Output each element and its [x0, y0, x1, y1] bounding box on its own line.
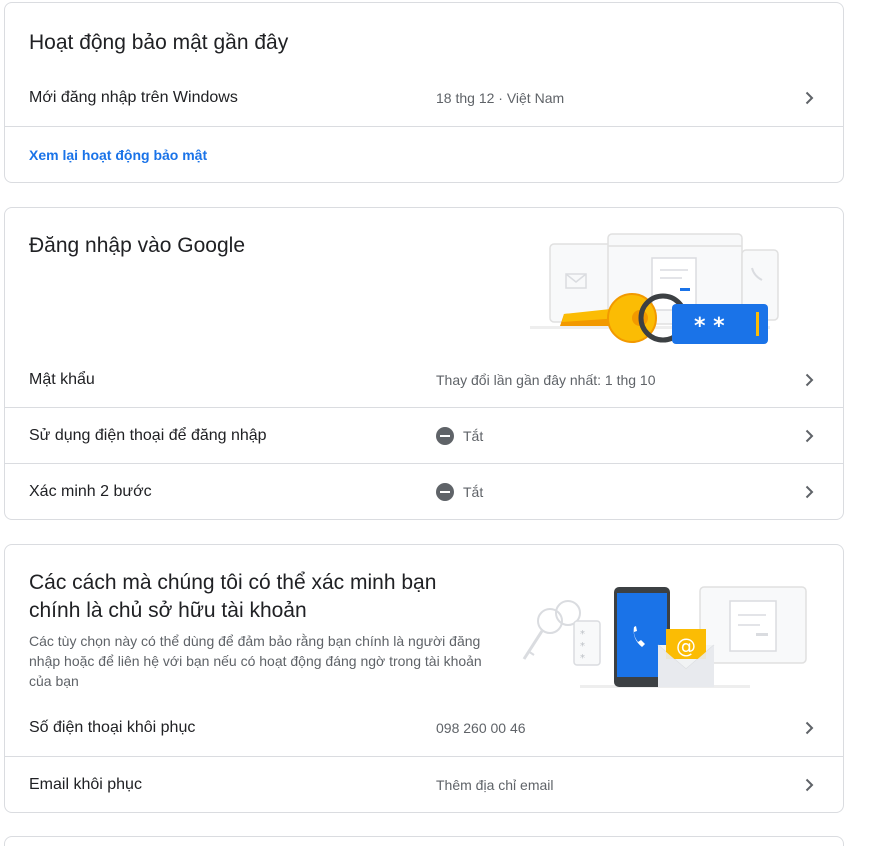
- row-value: 18 thg 12 · Việt Nam: [436, 90, 565, 106]
- chevron-right-icon: [805, 485, 814, 498]
- status-text: Tắt: [463, 483, 484, 500]
- chevron-right-icon: [805, 429, 814, 442]
- chevron-right-icon: [805, 373, 814, 387]
- chevron-right-icon: [805, 778, 814, 791]
- svg-text:*: *: [580, 653, 585, 664]
- chevron-right-icon: [805, 721, 814, 735]
- status-value: Tắt: [436, 426, 484, 445]
- recovery-phone-row[interactable]: Số điện thoại khôi phục 098 260 00 46: [5, 700, 843, 756]
- review-link-row: Xem lại hoạt động bảo mật: [5, 126, 843, 182]
- row-label: Sử dụng điện thoại để đăng nhập: [29, 426, 267, 444]
- next-card: [4, 836, 844, 846]
- phone-signin-row[interactable]: Sử dụng điện thoại để đăng nhập Tắt: [5, 407, 843, 463]
- off-status-icon: [436, 482, 454, 501]
- password-stars: * *: [694, 314, 725, 339]
- review-security-activity-link[interactable]: Xem lại hoạt động bảo mật: [29, 147, 207, 163]
- card-description: Các tùy chọn này có thể dùng để đảm bảo …: [29, 633, 482, 689]
- card-title: Hoạt động bảo mật gần đây: [29, 31, 289, 54]
- status-value: Tắt: [436, 482, 484, 501]
- card-title: Đăng nhập vào Google: [29, 234, 245, 257]
- row-label: Mật khẩu: [29, 371, 95, 388]
- chevron-right-icon: [805, 91, 814, 105]
- card-title-line2: chính là chủ sở hữu tài khoản: [29, 599, 307, 622]
- recovery-email-row[interactable]: Email khôi phục Thêm địa chỉ email: [5, 756, 843, 812]
- off-status-icon: [436, 426, 454, 445]
- verify-ownership-card: Các cách mà chúng tôi có thể xác minh bạ…: [4, 544, 844, 813]
- svg-text:*: *: [580, 641, 585, 652]
- signin-google-card: Đăng nhập vào Google * * Mật khẩu Thay đ…: [4, 207, 844, 520]
- svg-text:@: @: [676, 634, 696, 658]
- row-value: 098 260 00 46: [436, 720, 526, 736]
- password-row[interactable]: Mật khẩu Thay đổi lần gần đây nhất: 1 th…: [5, 352, 843, 408]
- row-label: Xác minh 2 bước: [29, 482, 152, 500]
- two-step-verification-row[interactable]: Xác minh 2 bước Tắt: [5, 463, 843, 519]
- svg-text:*: *: [580, 629, 585, 640]
- row-value: Thay đổi lần gần đây nhất: 1 thg 10: [436, 372, 656, 388]
- status-text: Tắt: [463, 427, 484, 444]
- row-value: Thêm địa chỉ email: [436, 776, 554, 793]
- row-label: Email khôi phục: [29, 775, 142, 793]
- card-title-line1: Các cách mà chúng tôi có thể xác minh bạ…: [29, 571, 437, 594]
- signin-illustration: * *: [530, 233, 779, 344]
- row-label: Số điện thoại khôi phục: [29, 719, 196, 736]
- activity-row-windows-signin[interactable]: Mới đăng nhập trên Windows 18 thg 12 · V…: [5, 70, 843, 126]
- verify-illustration: * * * @: [522, 586, 807, 688]
- recent-security-activity-card: Hoạt động bảo mật gần đây Mới đăng nhập …: [4, 2, 844, 183]
- row-label: Mới đăng nhập trên Windows: [29, 89, 238, 106]
